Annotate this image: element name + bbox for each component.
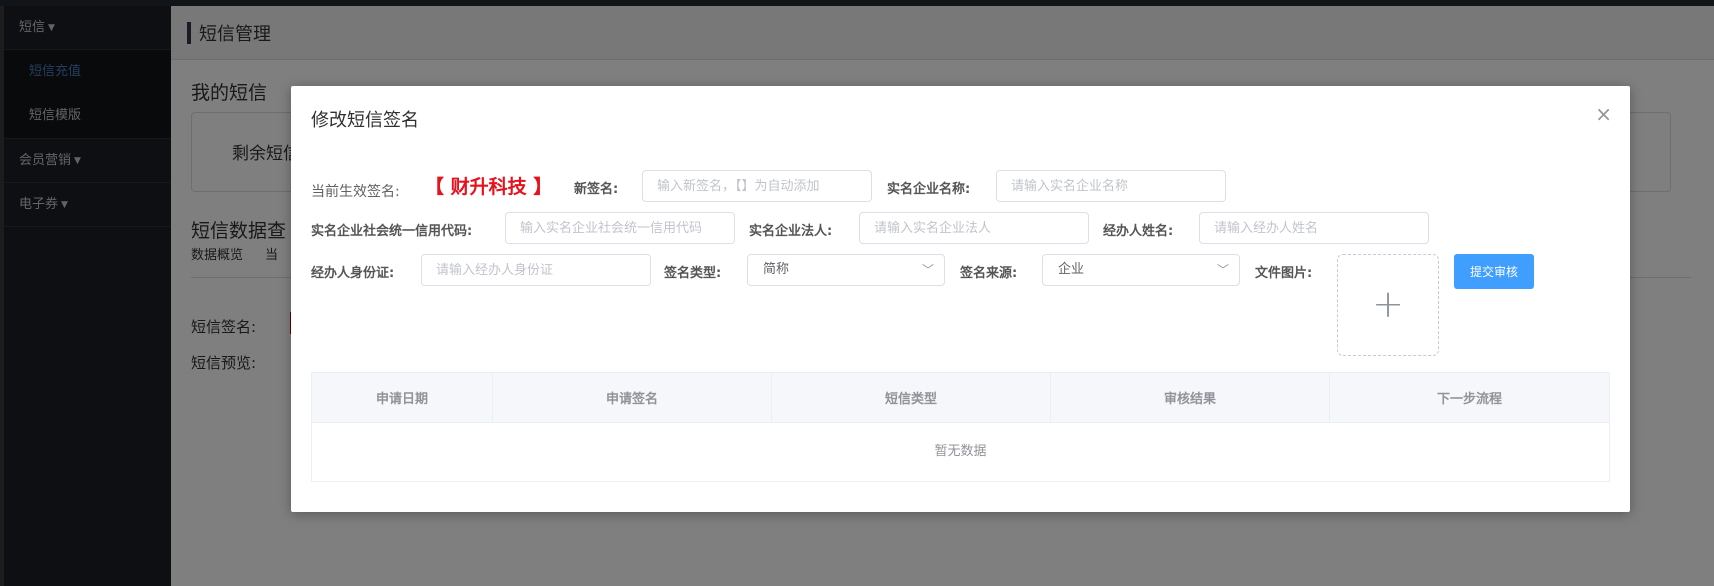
column-header-next-step[interactable]: 下一步流程 [1330, 373, 1609, 422]
sign-type-label: 签名类型: [664, 266, 722, 281]
agent-name-label: 经办人姓名: [1103, 224, 1174, 239]
agent-id-label: 经办人身份证: [311, 266, 395, 281]
column-header-sms-type[interactable]: 短信类型 [772, 373, 1051, 422]
company-name-input[interactable] [996, 170, 1226, 202]
table-header: 申请日期 申请签名 短信类型 审核结果 下一步流程 [312, 373, 1609, 423]
sign-type-value: 简称 [763, 262, 790, 277]
image-upload[interactable]: + [1337, 254, 1439, 356]
legal-person-input[interactable] [859, 212, 1089, 244]
agent-name-input[interactable] [1199, 212, 1429, 244]
company-name-label: 实名企业名称: [887, 182, 971, 197]
current-sign-label: 当前生效签名: [311, 184, 400, 200]
legal-person-label: 实名企业法人: [749, 224, 833, 239]
table-empty-text: 暂无数据 [934, 444, 987, 459]
application-table: 申请日期 申请签名 短信类型 审核结果 下一步流程 暂无数据 [311, 372, 1610, 482]
new-sign-label: 新签名: [574, 182, 619, 197]
file-image-label: 文件图片: [1255, 266, 1313, 281]
current-sign-value: 【 财升科技 】 [425, 176, 553, 198]
column-header-date[interactable]: 申请日期 [312, 373, 493, 422]
column-header-sign[interactable]: 申请签名 [493, 373, 772, 422]
chevron-down-icon: ﹀ [1216, 263, 1229, 277]
new-sign-input[interactable] [642, 170, 872, 202]
sign-type-select[interactable]: 简称 ﹀ [747, 254, 945, 286]
credit-code-input[interactable] [505, 212, 735, 244]
credit-code-label: 实名企业社会统一信用代码: [311, 224, 473, 239]
chevron-down-icon: ﹀ [921, 263, 934, 277]
agent-id-input[interactable] [421, 254, 651, 286]
sign-source-select[interactable]: 企业 ﹀ [1042, 254, 1240, 286]
edit-sign-dialog: 修改短信签名 × 当前生效签名: 【 财升科技 】 新签名: 实名企业名称: 实… [291, 86, 1630, 512]
sign-source-value: 企业 [1058, 262, 1085, 277]
plus-icon: + [1372, 282, 1404, 326]
dialog-title: 修改短信签名 [311, 110, 419, 131]
sign-source-label: 签名来源: [960, 266, 1018, 281]
submit-review-button[interactable]: 提交审核 [1454, 254, 1534, 289]
close-icon[interactable]: × [1595, 102, 1612, 126]
column-header-review-result[interactable]: 审核结果 [1051, 373, 1330, 422]
